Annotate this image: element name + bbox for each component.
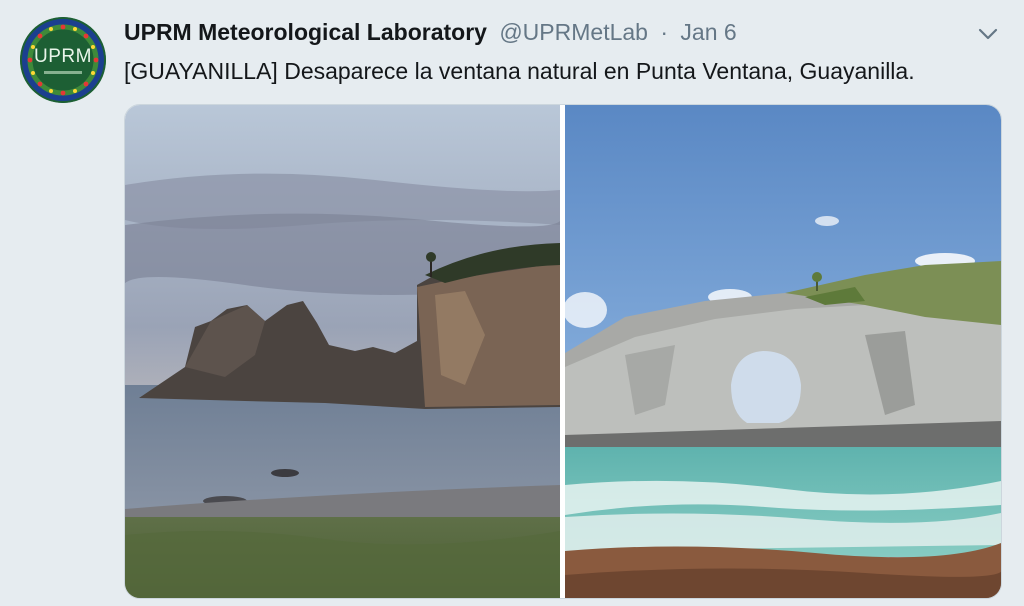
separator-dot: ·: [660, 19, 669, 45]
author-handle[interactable]: @UPRMetLab: [499, 19, 648, 45]
stone-arch-photo-image: [565, 105, 1001, 598]
coast-photo-image: [125, 105, 560, 598]
author-name[interactable]: UPRM Meteorological Laboratory: [124, 19, 487, 45]
tweet-date[interactable]: Jan 6: [680, 19, 736, 45]
avatar[interactable]: UPRM: [20, 17, 106, 103]
media-grid: [124, 104, 1002, 599]
photo-right[interactable]: [565, 105, 1001, 598]
photo-left[interactable]: [125, 105, 560, 598]
chevron-down-icon[interactable]: [978, 25, 998, 43]
tweet-card: UPRM UPRM Meteorological Laboratory @UPR…: [0, 0, 1024, 606]
avatar-label: UPRM: [34, 46, 92, 67]
tweet-text: [GUAYANILLA] Desaparece la ventana natur…: [124, 58, 915, 84]
tweet-header: UPRM Meteorological Laboratory @UPRMetLa…: [124, 19, 737, 49]
